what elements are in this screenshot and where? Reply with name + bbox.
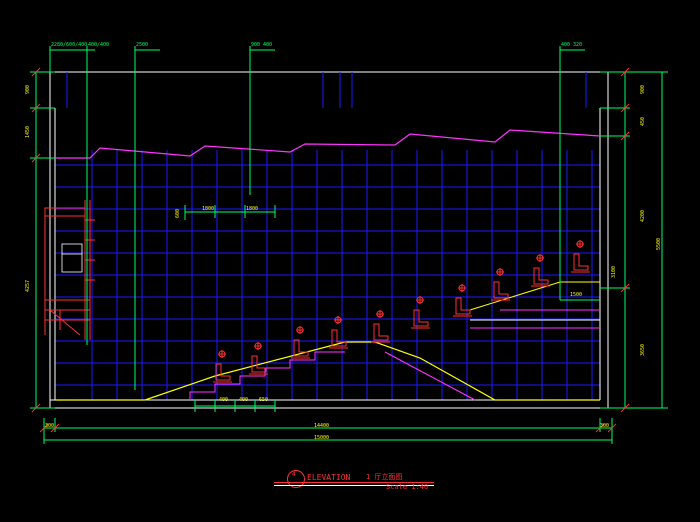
right-dim-3: 4200 [640, 209, 646, 222]
right-dim-5: 3100 [611, 265, 617, 278]
level-mark-2: 1800 [246, 206, 259, 212]
top-label-3: 2500 [136, 42, 149, 48]
top-label-5: 400 320 [561, 42, 583, 48]
left-dim-2: 1450 [25, 125, 31, 138]
step-dim-2: 400 [239, 397, 249, 403]
step-dim-1: 400 [219, 397, 229, 403]
cad-elevation-drawing [0, 0, 700, 522]
level-mark-1: 1800 [202, 206, 215, 212]
wall-panel-grid [55, 150, 600, 400]
title-main: ELEVATION [307, 473, 351, 482]
bottom-dim-right: 300 [600, 423, 610, 429]
level-mark-vertical: 600 [175, 208, 181, 218]
title-chinese: 1 厅立面图 [366, 473, 403, 481]
bottom-dim-overall: 14400 [314, 423, 330, 429]
top-label-1: 2280/600/400 [51, 42, 88, 48]
title-scale: Scale 1:40 [386, 483, 429, 491]
title-number: 4 [292, 471, 296, 478]
right-dim-4: 5500 [656, 237, 662, 250]
right-dim-2: 450 [640, 116, 646, 126]
right-dim-6: 3650 [640, 343, 646, 356]
top-label-4: 900 400 [251, 42, 273, 48]
top-label-2: 400/400 [88, 42, 110, 48]
left-dim-3: 4257 [25, 279, 31, 292]
canvas-background [0, 0, 700, 522]
drawing-title-block: 4 ELEVATION 1 厅立面图 Scale 1:40 [274, 470, 434, 492]
step-dim-3: 650 [259, 397, 269, 403]
right-dim-1: 900 [640, 84, 646, 94]
bottom-dim-left: 300 [45, 423, 55, 429]
upper-dim: 1500 [570, 292, 583, 298]
bottom-dim-total: 15000 [314, 435, 330, 441]
left-dim-1: 900 [25, 84, 31, 94]
